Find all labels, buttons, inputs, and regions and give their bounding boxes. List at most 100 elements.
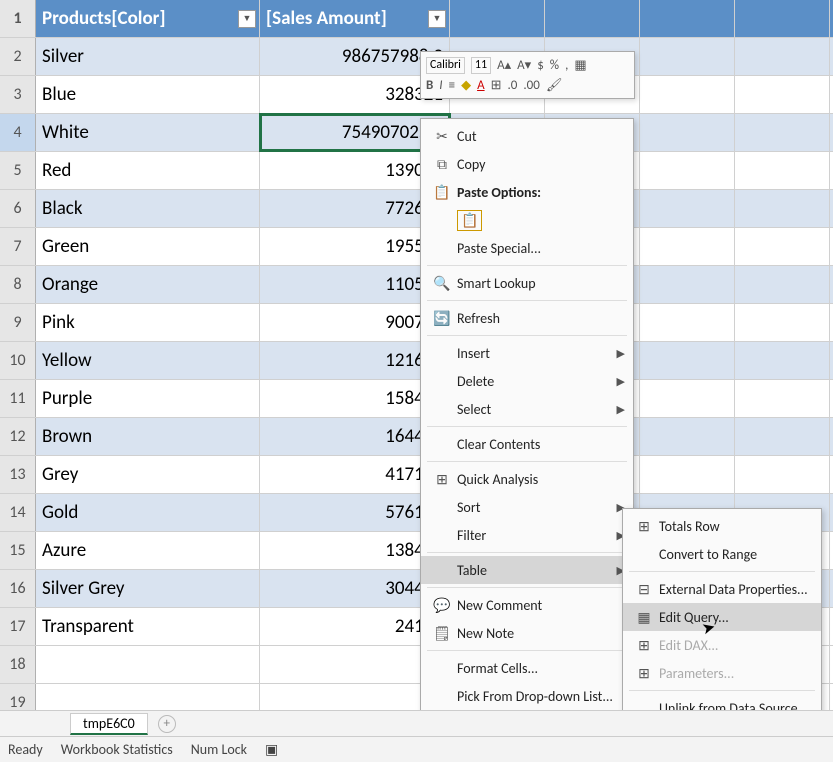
cell-color[interactable]: Orange: [36, 266, 260, 303]
increase-font-icon[interactable]: A▴: [497, 58, 511, 73]
parameters-icon: ⊞: [633, 665, 655, 682]
cell-color[interactable]: Blue: [36, 76, 260, 113]
format-icon[interactable]: ▦: [574, 58, 586, 73]
decimals-icon[interactable]: .00: [523, 78, 539, 93]
status-workbook-stats[interactable]: Workbook Statistics: [61, 741, 173, 758]
sheet-tab[interactable]: tmpE6C0: [70, 713, 148, 735]
menu-sort[interactable]: Sort▶: [421, 493, 633, 521]
empty-cell[interactable]: [450, 0, 545, 37]
row-header[interactable]: 9: [0, 304, 36, 341]
menu-insert[interactable]: Insert▶: [421, 339, 633, 367]
row-header-1[interactable]: 1: [0, 0, 36, 37]
currency-icon[interactable]: $: [537, 58, 544, 73]
table-row: 5 Red 139080: [0, 152, 833, 190]
decimals-icon[interactable]: .0: [508, 78, 518, 93]
row-header[interactable]: 4: [0, 114, 36, 151]
align-icon[interactable]: ≡: [449, 78, 455, 93]
font-name-selector[interactable]: Calibri: [426, 57, 465, 74]
menu-refresh[interactable]: 🔄Refresh: [421, 304, 633, 332]
cell-color[interactable]: Yellow: [36, 342, 260, 379]
menu-new-note[interactable]: 🗒New Note: [421, 619, 633, 647]
menu-cut[interactable]: ✂Cut: [421, 122, 633, 150]
menu-pick-from-list[interactable]: Pick From Drop-down List...: [421, 682, 633, 710]
borders-icon[interactable]: ⊞: [491, 78, 502, 93]
empty-cell[interactable]: [735, 0, 830, 37]
row-header[interactable]: 18: [0, 646, 36, 683]
row-header[interactable]: 10: [0, 342, 36, 379]
totals-icon: ⊞: [633, 518, 655, 535]
column-header-sales-amount[interactable]: [Sales Amount] ▼: [260, 0, 450, 37]
dax-icon: ⊞: [633, 637, 655, 654]
menu-table[interactable]: Table▶: [421, 556, 633, 584]
row-header[interactable]: 14: [0, 494, 36, 531]
paste-default-icon: 📋: [457, 210, 482, 231]
row-header[interactable]: 6: [0, 190, 36, 227]
table-row: 12 Brown 164475: [0, 418, 833, 456]
filter-dropdown-icon[interactable]: ▼: [428, 10, 446, 28]
row-header[interactable]: 5: [0, 152, 36, 189]
submenu-totals-row[interactable]: ⊞Totals Row: [623, 512, 821, 540]
cell-color[interactable]: Transparent: [36, 608, 260, 645]
menu-clear-contents[interactable]: Clear Contents: [421, 430, 633, 458]
decrease-font-icon[interactable]: A▾: [517, 58, 531, 73]
format-painter-icon[interactable]: 🖌: [546, 78, 563, 93]
empty-cell[interactable]: [545, 0, 640, 37]
add-sheet-button[interactable]: +: [158, 715, 176, 733]
row-header[interactable]: 3: [0, 76, 36, 113]
cell-color[interactable]: Silver Grey: [36, 570, 260, 607]
menu-smart-lookup[interactable]: 🔍Smart Lookup: [421, 269, 633, 297]
submenu-edit-query[interactable]: ▦Edit Query...: [623, 603, 821, 631]
submenu-external-data-properties[interactable]: ⊟External Data Properties...: [623, 575, 821, 603]
font-size-selector[interactable]: 11: [471, 57, 491, 74]
column-header-products-color[interactable]: Products[Color] ▼: [36, 0, 260, 37]
row-header[interactable]: 8: [0, 266, 36, 303]
mini-toolbar: Calibri 11 A▴ A▾ $ % , ▦ B I ≡ ◆ A ⊞ .0 …: [420, 51, 635, 99]
font-color-icon[interactable]: A: [477, 78, 485, 93]
row-header[interactable]: 17: [0, 608, 36, 645]
paste-icon: 📋: [431, 184, 453, 201]
menu-select[interactable]: Select▶: [421, 395, 633, 423]
menu-delete[interactable]: Delete▶: [421, 367, 633, 395]
table-row: 9 Pink 900774: [0, 304, 833, 342]
menu-paste-default[interactable]: 📋: [421, 206, 633, 234]
row-header[interactable]: 13: [0, 456, 36, 493]
cell-color[interactable]: Purple: [36, 380, 260, 417]
cell-color[interactable]: Azure: [36, 532, 260, 569]
menu-format-cells[interactable]: Format Cells...: [421, 654, 633, 682]
menu-filter[interactable]: Filter▶: [421, 521, 633, 549]
row-header[interactable]: 12: [0, 418, 36, 455]
menu-new-comment[interactable]: 💬New Comment: [421, 591, 633, 619]
cell-color[interactable]: Brown: [36, 418, 260, 455]
query-icon: ▦: [633, 609, 655, 626]
cell-color[interactable]: Green: [36, 228, 260, 265]
record-macro-icon[interactable]: ▣: [265, 741, 278, 758]
menu-paste-special[interactable]: Paste Special...: [421, 234, 633, 262]
submenu-edit-dax: ⊞Edit DAX...: [623, 631, 821, 659]
fill-color-icon[interactable]: ◆: [461, 78, 471, 93]
table-row: 2 Silver 986757988.2: [0, 38, 833, 76]
italic-icon[interactable]: I: [439, 78, 442, 93]
row-header[interactable]: 15: [0, 532, 36, 569]
submenu-convert-to-range[interactable]: Convert to Range: [623, 540, 821, 568]
cell-color[interactable]: Grey: [36, 456, 260, 493]
comma-icon[interactable]: ,: [565, 58, 568, 73]
cell-color[interactable]: Silver: [36, 38, 260, 75]
row-header[interactable]: 16: [0, 570, 36, 607]
empty-cell[interactable]: [640, 0, 735, 37]
cell-color[interactable]: Black: [36, 190, 260, 227]
menu-copy[interactable]: ⧉Copy: [421, 150, 633, 178]
table-row: 4 White 754907025.6: [0, 114, 833, 152]
cell-color[interactable]: White: [36, 114, 260, 151]
cell-color[interactable]: Pink: [36, 304, 260, 341]
cut-icon: ✂: [431, 128, 453, 145]
filter-dropdown-icon[interactable]: ▼: [238, 10, 256, 28]
row-header[interactable]: 7: [0, 228, 36, 265]
percent-icon[interactable]: %: [550, 58, 559, 73]
row-header[interactable]: 11: [0, 380, 36, 417]
cell[interactable]: [36, 646, 260, 683]
menu-quick-analysis[interactable]: ⊞Quick Analysis: [421, 465, 633, 493]
bold-icon[interactable]: B: [426, 78, 433, 93]
cell-color[interactable]: Red: [36, 152, 260, 189]
row-header[interactable]: 2: [0, 38, 36, 75]
cell-color[interactable]: Gold: [36, 494, 260, 531]
